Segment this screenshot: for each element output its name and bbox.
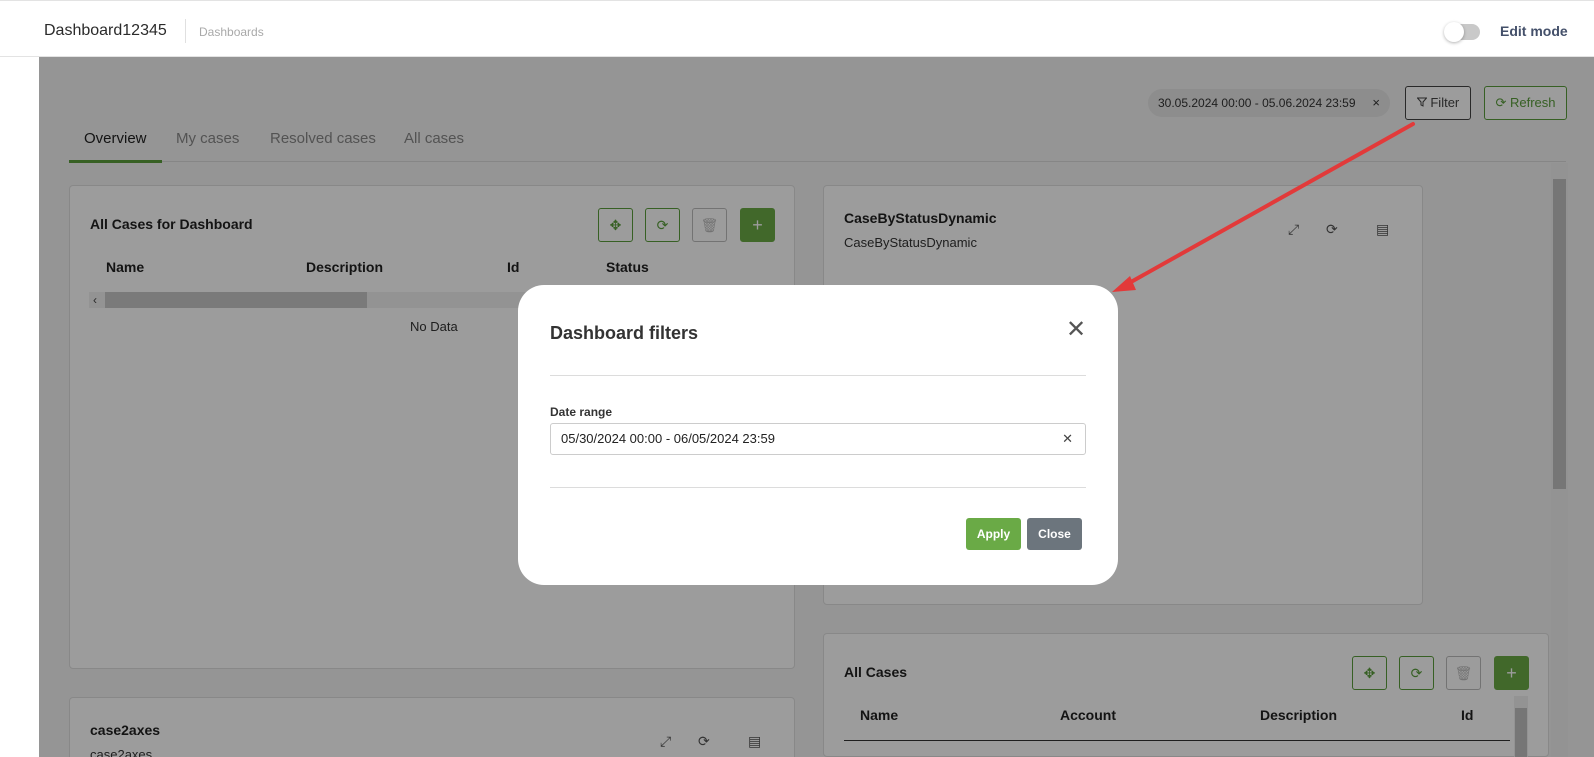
date-range-value: 05/30/2024 00:00 - 06/05/2024 23:59 xyxy=(561,431,775,446)
edit-mode-toggle[interactable] xyxy=(1444,22,1480,42)
toggle-knob xyxy=(1444,22,1464,42)
dashboard-filters-modal: Dashboard filters ✕ Date range 05/30/202… xyxy=(518,285,1118,585)
date-range-label: Date range xyxy=(550,405,613,419)
close-button[interactable]: Close xyxy=(1027,518,1082,550)
dashboard-title: Dashboard12345 xyxy=(44,22,167,39)
left-margin xyxy=(0,57,39,757)
clear-icon[interactable]: ✕ xyxy=(1062,424,1073,454)
modal-title: Dashboard filters xyxy=(550,323,699,343)
date-range-input[interactable]: 05/30/2024 00:00 - 06/05/2024 23:59 ✕ xyxy=(550,423,1086,455)
modal-divider xyxy=(550,375,1086,376)
modal-divider xyxy=(550,487,1086,488)
breadcrumb-dashboards[interactable]: Dashboards xyxy=(199,25,264,39)
close-icon[interactable]: ✕ xyxy=(1066,315,1086,344)
edit-mode-label: Edit mode xyxy=(1500,23,1568,39)
app-header: Dashboard12345 Dashboards Edit mode xyxy=(0,0,1594,57)
header-divider xyxy=(185,19,186,43)
apply-button[interactable]: Apply xyxy=(966,518,1021,550)
